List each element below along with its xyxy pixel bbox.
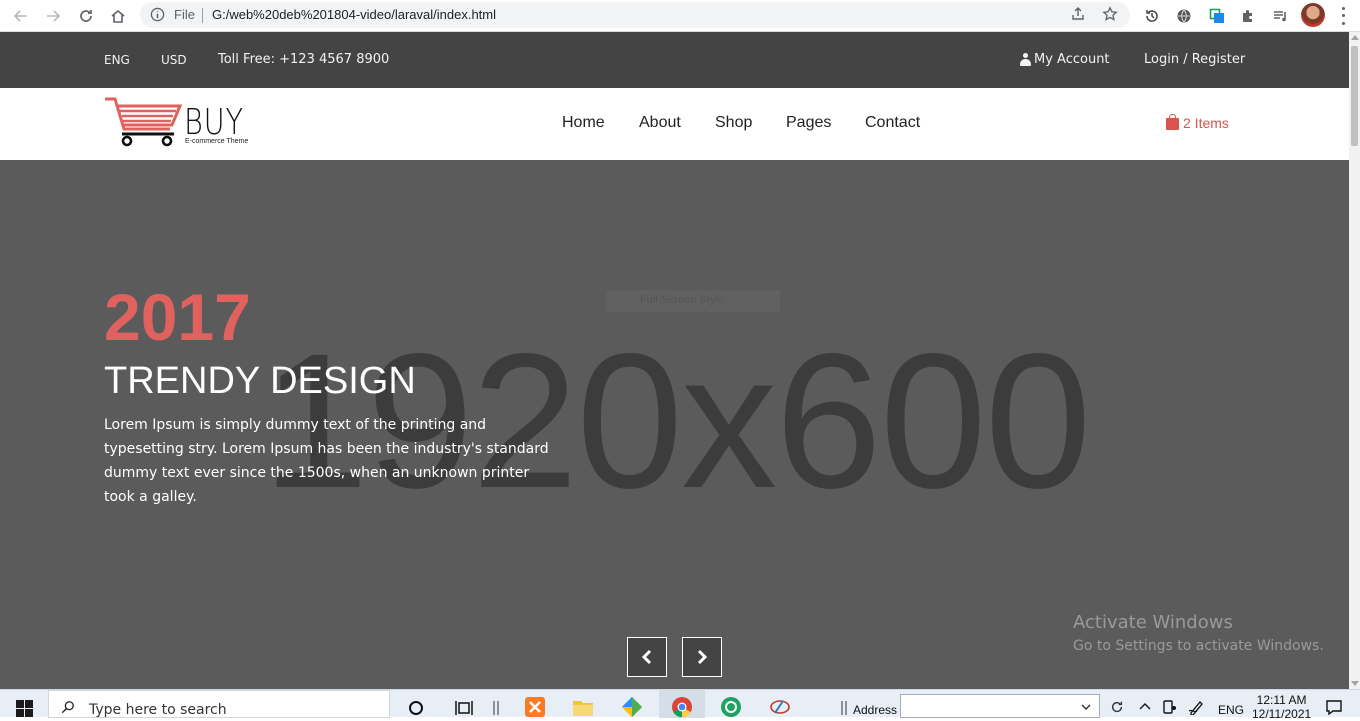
history-extension-icon[interactable] xyxy=(1140,4,1164,28)
tray-chevron-up-icon[interactable] xyxy=(1133,696,1157,718)
my-account-link[interactable]: My Account xyxy=(1034,52,1110,67)
clock-time: 12:11 AM xyxy=(1256,693,1307,707)
arrow-right-icon xyxy=(47,10,61,22)
scroll-thumb[interactable] xyxy=(1351,46,1358,146)
taskbar-toolbar-grip-icon xyxy=(484,696,508,718)
star-icon[interactable] xyxy=(1102,6,1118,22)
top-info-bar: ENG USD Toll Free: +123 4567 8900 My Acc… xyxy=(0,32,1349,88)
scroll-down-icon[interactable] xyxy=(1351,681,1359,686)
globe-extension-icon[interactable] xyxy=(1172,4,1196,28)
web-page: ENG USD Toll Free: +123 4567 8900 My Acc… xyxy=(0,32,1349,689)
tray-device-icon[interactable] xyxy=(1157,696,1181,718)
address-bar[interactable]: File G:/web%20deb%201804-video/laraval/i… xyxy=(140,2,1130,28)
toll-free-text: Toll Free: +123 4567 8900 xyxy=(218,52,390,67)
slider-prev-button[interactable] xyxy=(627,637,667,677)
forward-button[interactable] xyxy=(41,4,65,28)
nav-contact[interactable]: Contact xyxy=(865,114,920,132)
media-control-icon[interactable] xyxy=(1268,4,1292,28)
profile-avatar[interactable] xyxy=(1301,3,1325,27)
copy-extension-icon[interactable] xyxy=(1205,4,1229,28)
windows-start-icon[interactable] xyxy=(16,700,33,717)
address-toolbar-label: Address xyxy=(853,703,898,717)
site-header: BUY E-commerce Theme Home About Shop Pag… xyxy=(0,88,1349,160)
hero-title: TRENDY DESIGN xyxy=(104,360,416,402)
cortana-icon[interactable] xyxy=(404,696,428,718)
login-register-link[interactable]: Login / Register xyxy=(1144,52,1245,67)
clock-date: 12/11/2021 xyxy=(1252,707,1312,721)
chevron-down-icon[interactable] xyxy=(1081,703,1091,711)
reload-button[interactable] xyxy=(74,4,98,28)
scroll-up-icon[interactable] xyxy=(1351,35,1359,40)
file-explorer-icon[interactable] xyxy=(571,696,595,718)
cart-count: 2 Items xyxy=(1183,115,1229,131)
back-button[interactable] xyxy=(9,4,33,28)
nav-home[interactable]: Home xyxy=(562,114,605,132)
page-scrollbar[interactable] xyxy=(1349,32,1360,689)
home-button[interactable] xyxy=(106,4,130,28)
user-icon xyxy=(1020,53,1031,66)
task-view-icon[interactable] xyxy=(452,696,476,718)
arrow-left-icon xyxy=(13,10,27,22)
home-icon xyxy=(111,9,125,23)
slider-next-button[interactable] xyxy=(682,637,722,677)
browser-menu-icon[interactable] xyxy=(1334,5,1352,27)
share-icon[interactable] xyxy=(1070,6,1086,22)
currency-selector[interactable]: USD xyxy=(161,53,187,67)
language-selector[interactable]: ENG xyxy=(104,53,130,67)
pen-ink-icon[interactable] xyxy=(1185,696,1209,718)
omnibox-divider xyxy=(202,8,203,23)
xampp-icon[interactable] xyxy=(523,696,547,718)
app-green-icon[interactable] xyxy=(719,696,743,718)
chevron-left-icon xyxy=(641,649,652,665)
hero-year: 2017 xyxy=(104,280,251,354)
nav-shop[interactable]: Shop xyxy=(715,114,752,132)
nav-pages[interactable]: Pages xyxy=(786,114,831,132)
notification-icon[interactable] xyxy=(1322,696,1346,718)
info-icon[interactable] xyxy=(150,7,165,22)
site-logo[interactable]: BUY E-commerce Theme xyxy=(104,96,248,152)
placeholder-caption: Full-Screen Style xyxy=(640,294,724,306)
puzzle-icon[interactable] xyxy=(1236,4,1260,28)
chrome-icon[interactable] xyxy=(670,696,694,718)
chevron-right-icon xyxy=(697,649,708,665)
taskbar-search-input[interactable]: Type here to search xyxy=(48,690,390,718)
cart-link[interactable]: 2 Items xyxy=(1166,114,1229,131)
code-editor-icon[interactable] xyxy=(620,696,644,718)
logo-subtitle: E-commerce Theme xyxy=(185,138,249,145)
address-toolbar-input[interactable] xyxy=(900,694,1100,718)
shopping-bag-icon xyxy=(1166,114,1179,130)
scheme-label: File xyxy=(174,7,195,22)
input-language-indicator[interactable]: ENG xyxy=(1218,703,1244,717)
hero-description: Lorem Ipsum is simply dummy text of the … xyxy=(104,417,549,505)
browser-toolbar: File G:/web%20deb%201804-video/laraval/i… xyxy=(0,0,1360,32)
search-icon xyxy=(61,701,74,714)
paint-tool-icon[interactable] xyxy=(768,696,792,718)
url-text[interactable]: G:/web%20deb%201804-video/laraval/index.… xyxy=(212,7,496,22)
shopping-cart-logo-icon xyxy=(105,97,183,147)
activate-windows-title: Activate Windows xyxy=(1073,612,1233,633)
windows-taskbar: Type here to search Address ENG 12:11 AM… xyxy=(0,689,1360,721)
address-refresh-icon[interactable] xyxy=(1105,696,1129,718)
nav-about[interactable]: About xyxy=(639,114,681,132)
reload-icon xyxy=(80,10,92,22)
logo-text: BUY xyxy=(184,102,244,143)
search-placeholder: Type here to search xyxy=(89,702,227,718)
activate-windows-hint: Go to Settings to activate Windows. xyxy=(1073,638,1324,654)
hero-slider: 1920x600 Full-Screen Style 2017 TRENDY D… xyxy=(0,160,1349,689)
